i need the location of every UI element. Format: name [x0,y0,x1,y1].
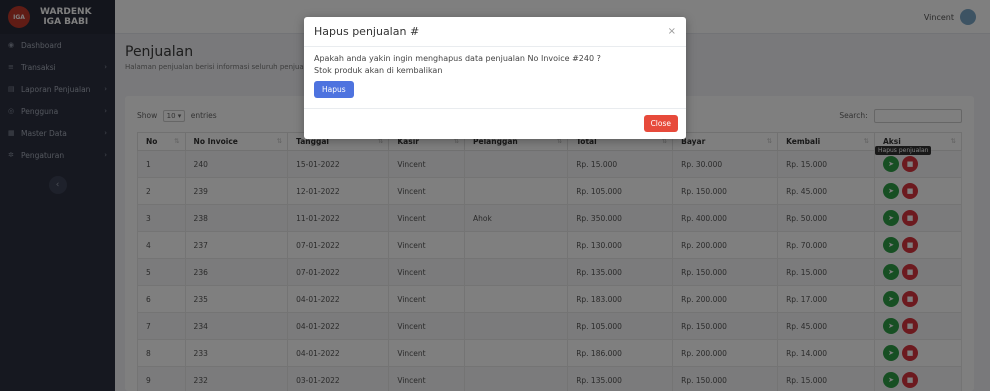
close-icon[interactable]: × [668,26,676,37]
modal-footer: Close [304,109,686,138]
modal-header: Hapus penjualan # × [304,17,686,47]
delete-modal: Hapus penjualan # × Apakah anda yakin in… [304,17,686,139]
modal-message-line-1: Apakah anda yakin ingin menghapus data p… [314,54,601,63]
close-modal-button[interactable]: Close [643,115,678,132]
modal-body: Apakah anda yakin ingin menghapus data p… [304,47,686,109]
modal-title: Hapus penjualan # [314,25,420,38]
modal-message-line-2: Stok produk akan di kembalikan [314,66,443,75]
confirm-delete-button[interactable]: Hapus [314,81,354,98]
